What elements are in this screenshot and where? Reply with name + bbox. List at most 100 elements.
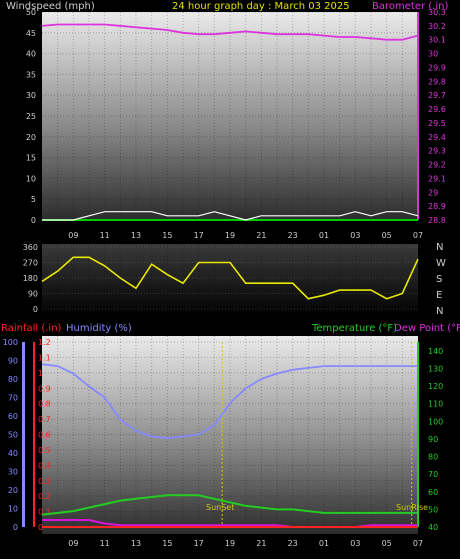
wind-y-tick: 20 — [26, 133, 36, 142]
wind-y-tick: 15 — [26, 154, 36, 163]
humidity-y-tick: 60 — [8, 412, 18, 421]
humidity-y-tick: 100 — [3, 338, 18, 347]
barometer-y-tick: 28.8 — [428, 216, 446, 225]
barometer-y-tick: 29.4 — [428, 133, 446, 142]
rain-y-tick: 0.2 — [38, 492, 51, 501]
climate-x-tick: 17 — [194, 539, 204, 548]
climate-x-tick: 09 — [68, 539, 78, 548]
temperature-y-tick: 100 — [428, 417, 443, 426]
direction-y-tick: 270 — [23, 259, 38, 268]
wind-y-tick: 5 — [31, 195, 36, 204]
rain-y-tick: 0.6 — [38, 431, 51, 440]
rain-y-tick: 1.2 — [38, 338, 51, 347]
barometer-y-tick: 29.8 — [428, 77, 446, 86]
climate-x-tick: 11 — [100, 539, 110, 548]
temperature-y-tick: 140 — [428, 347, 443, 356]
wind-y-tick: 30 — [26, 91, 36, 100]
humidity-y-tick: 0 — [13, 523, 18, 532]
wind-x-tick: 09 — [68, 231, 78, 240]
barometer-y-tick: 29.2 — [428, 161, 446, 170]
temperature-y-tick: 120 — [428, 382, 443, 391]
climate-x-tick: 21 — [256, 539, 266, 548]
wind-y-tick: 45 — [26, 29, 36, 38]
sunset-annotation: SunSet — [206, 503, 234, 512]
temperature-y-tick: 50 — [428, 505, 438, 514]
climate-x-tick: 07 — [413, 539, 423, 548]
compass-label: N — [436, 242, 443, 253]
temperature-y-tick: 90 — [428, 435, 438, 444]
climate-x-tick: 13 — [131, 539, 141, 548]
humidity-y-tick: 70 — [8, 394, 18, 403]
rain-y-tick: 0.3 — [38, 477, 51, 486]
humidity-y-tick: 20 — [8, 486, 18, 495]
climate-x-tick: 23 — [288, 539, 298, 548]
barometer-y-tick: 30.1 — [428, 36, 446, 45]
wind-y-tick: 10 — [26, 174, 36, 183]
sunrise-annotation: SunRise — [396, 503, 428, 512]
temperature-y-tick: 110 — [428, 400, 443, 409]
climate-x-tick: 15 — [162, 539, 172, 548]
wind-x-tick: 03 — [350, 231, 360, 240]
weather-graph-svg: Windspeed (mph) 24 hour graph day : Marc… — [1, 1, 460, 548]
temperature-y-tick: 70 — [428, 470, 438, 479]
wind-x-tick: 17 — [194, 231, 204, 240]
rain-y-tick: 0.5 — [38, 446, 51, 455]
wind-x-tick: 19 — [225, 231, 235, 240]
climate-x-tick: 05 — [382, 539, 392, 548]
wind-y-tick: 35 — [26, 70, 36, 79]
barometer-y-tick: 30.3 — [428, 8, 446, 17]
barometer-y-tick: 29.3 — [428, 147, 446, 156]
barometer-y-tick: 29.1 — [428, 174, 446, 183]
direction-y-tick: 180 — [23, 274, 38, 283]
barometer-y-tick: 29.7 — [428, 91, 446, 100]
rain-y-tick: 0.7 — [38, 415, 51, 424]
wind-x-tick: 23 — [288, 231, 298, 240]
humidity-y-tick: 50 — [8, 431, 18, 440]
wind-y-tick: 0 — [31, 216, 36, 225]
rainfall-axis-title: Rainfall (.in) — [1, 323, 62, 334]
graph-title: 24 hour graph day : March 03 2025 — [172, 1, 350, 12]
humidity-y-tick: 40 — [8, 449, 18, 458]
climate-x-tick: 03 — [350, 539, 360, 548]
wind-x-tick: 01 — [319, 231, 329, 240]
direction-y-tick: 0 — [33, 305, 38, 314]
barometer-y-tick: 29.5 — [428, 119, 446, 128]
wind-x-tick: 13 — [131, 231, 141, 240]
wind-y-tick: 50 — [26, 8, 36, 17]
compass-label: E — [436, 290, 442, 301]
wind-panel-bg — [42, 12, 418, 220]
barometer-y-tick: 28.9 — [428, 202, 446, 211]
barometer-y-tick: 30.2 — [428, 22, 446, 31]
compass-label: N — [436, 306, 443, 317]
humidity-axis-title: Humidity (%) — [66, 323, 132, 334]
rain-y-tick: 0.8 — [38, 400, 51, 409]
wind-x-tick: 05 — [382, 231, 392, 240]
temperature-y-tick: 60 — [428, 488, 438, 497]
barometer-y-tick: 29 — [428, 188, 438, 197]
humidity-y-tick: 30 — [8, 468, 18, 477]
climate-x-tick: 19 — [225, 539, 235, 548]
temperature-y-tick: 130 — [428, 364, 443, 373]
temperature-y-tick: 80 — [428, 453, 438, 462]
humidity-y-tick: 80 — [8, 375, 18, 384]
temperature-y-tick: 40 — [428, 523, 438, 532]
barometer-y-tick: 30 — [428, 50, 438, 59]
wind-x-tick: 07 — [413, 231, 423, 240]
humidity-y-tick: 10 — [8, 505, 18, 514]
compass-label: S — [436, 274, 442, 285]
humidity-axis-bar — [22, 342, 25, 527]
rain-y-tick: 0.4 — [38, 461, 51, 470]
dewpoint-axis-title: Dew Point (°F) — [394, 323, 460, 334]
temperature-axis-title: Temperature (°F) — [311, 323, 397, 334]
wind-y-tick: 40 — [26, 50, 36, 59]
rainfall-axis-bar — [33, 342, 35, 527]
rain-y-tick: 1.1 — [38, 353, 51, 362]
weather-graph-page: Windspeed (mph) 24 hour graph day : Marc… — [0, 0, 460, 555]
wind-x-tick: 11 — [100, 231, 110, 240]
wind-x-tick: 21 — [256, 231, 266, 240]
direction-y-tick: 90 — [28, 290, 38, 299]
rain-y-tick: 0.9 — [38, 384, 51, 393]
barometer-y-tick: 29.6 — [428, 105, 446, 114]
climate-x-tick: 01 — [319, 539, 329, 548]
humidity-y-tick: 90 — [8, 357, 18, 366]
